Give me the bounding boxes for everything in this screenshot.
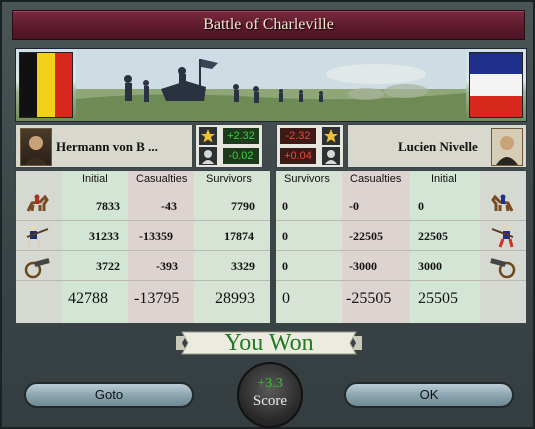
- left-cav-survivors: 7790: [231, 199, 255, 213]
- left-cav-initial: 7833: [96, 199, 120, 213]
- right-commander-name: Lucien Nivelle: [398, 139, 478, 154]
- header-survivors: Survivors: [206, 173, 252, 185]
- ok-button[interactable]: OK: [344, 382, 514, 408]
- left-commander-stats: +2.32 -0.02: [195, 124, 263, 168]
- star-icon: [322, 127, 340, 145]
- goto-button[interactable]: Goto: [24, 382, 194, 408]
- score-badge: +3.3 Score: [237, 362, 303, 428]
- flag-right-icon: [469, 52, 523, 118]
- left-total-survivors: 28993: [215, 290, 255, 307]
- artillery-icon: [490, 253, 516, 279]
- commander-portrait-icon[interactable]: [491, 128, 523, 166]
- left-stat-2: -0.02: [223, 148, 259, 164]
- right-inf-survivors: 0: [282, 229, 288, 243]
- flag-left-icon: [19, 52, 73, 118]
- header-survivors: Survivors: [284, 173, 330, 185]
- left-total-initial: 42788: [68, 290, 108, 307]
- infantry-icon: [490, 223, 516, 249]
- title-bar: Battle of Charleville: [12, 10, 525, 40]
- commander-portrait-icon[interactable]: [20, 128, 52, 166]
- right-commander-stats: -2.32 +0.04: [276, 124, 344, 168]
- right-inf-casualties: -22505: [349, 229, 383, 243]
- left-commander-name: Hermann von B ...: [56, 139, 158, 154]
- right-cav-survivors: 0: [282, 199, 288, 213]
- right-art-survivors: 0: [282, 259, 288, 273]
- left-inf-survivors: 17874: [224, 229, 254, 243]
- right-cav-initial: 0: [418, 199, 424, 213]
- right-stat-2: +0.04: [280, 148, 316, 164]
- left-army-table: Initial Casualties Survivors 7833 -43 77…: [15, 170, 271, 324]
- header-casualties: Casualties: [350, 173, 402, 185]
- left-inf-casualties: -13359: [139, 229, 173, 243]
- battle-painting: [76, 49, 466, 121]
- right-commander-panel: Lucien Nivelle: [347, 124, 527, 168]
- header-initial: Initial: [431, 173, 457, 185]
- header-initial: Initial: [82, 173, 108, 185]
- left-inf-initial: 31233: [89, 229, 119, 243]
- window-title: Battle of Charleville: [203, 16, 334, 33]
- result-scroll: You Won: [176, 328, 362, 358]
- artillery-icon: [24, 253, 50, 279]
- cavalry-icon: [24, 191, 50, 217]
- left-art-casualties: -393: [156, 259, 178, 273]
- left-cav-casualties: -43: [161, 199, 177, 213]
- right-inf-initial: 22505: [418, 229, 448, 243]
- right-total-initial: 25505: [418, 290, 458, 307]
- left-commander-panel: Hermann von B ...: [15, 124, 193, 168]
- battle-result-window: Battle of Charleville Hermann von B ... …: [0, 0, 535, 429]
- right-stat-1: -2.32: [280, 128, 316, 144]
- right-total-survivors: 0: [282, 290, 290, 307]
- battle-banner: [15, 48, 527, 122]
- right-cav-casualties: -0: [349, 199, 359, 213]
- right-art-casualties: -3000: [349, 259, 377, 273]
- left-total-casualties: -13795: [134, 290, 180, 307]
- header-casualties: Casualties: [136, 173, 188, 185]
- right-total-casualties: -25505: [346, 290, 392, 307]
- infantry-icon: [24, 223, 50, 249]
- star-icon: [199, 127, 217, 145]
- left-art-survivors: 3329: [231, 259, 255, 273]
- general-portrait-icon: [322, 147, 340, 165]
- cavalry-icon: [490, 191, 516, 217]
- right-art-initial: 3000: [418, 259, 442, 273]
- result-text: You Won: [224, 330, 314, 356]
- left-art-initial: 3722: [96, 259, 120, 273]
- score-value: +3.3: [257, 376, 283, 391]
- left-stat-1: +2.32: [223, 128, 259, 144]
- score-label: Score: [252, 393, 288, 409]
- right-army-table: Survivors Casualties Initial 0 -0 0 0 -2…: [275, 170, 527, 324]
- general-portrait-icon: [199, 147, 217, 165]
